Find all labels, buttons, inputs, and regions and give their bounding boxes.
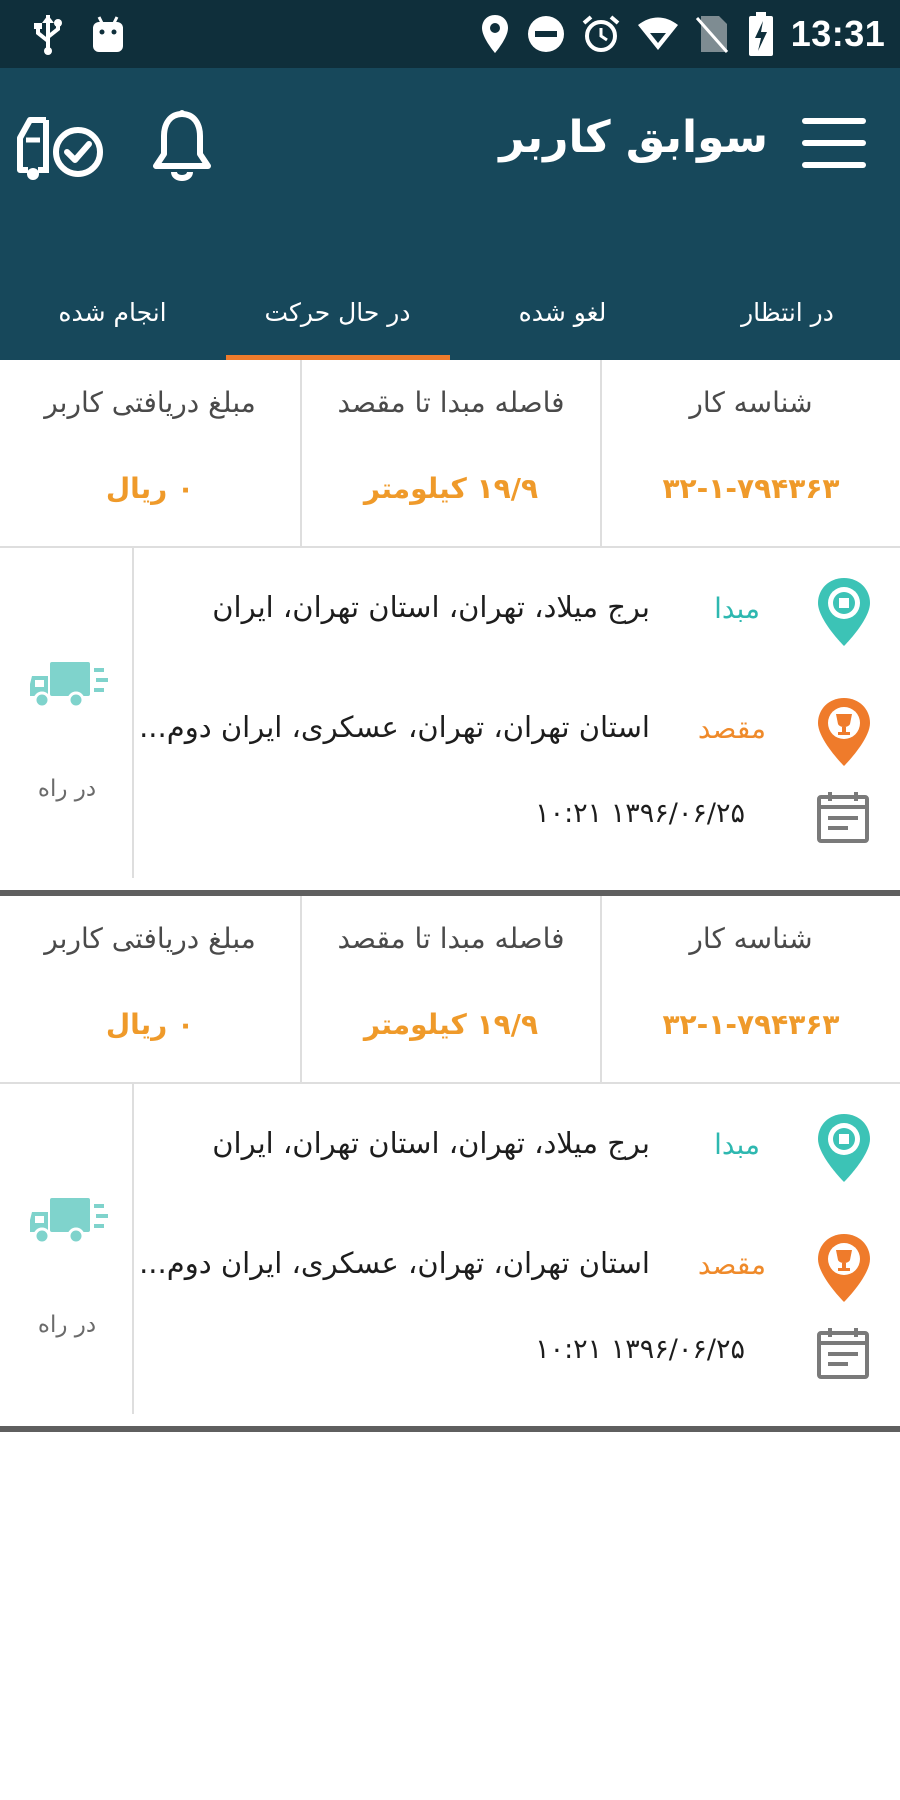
job-id-cell: شناسه کار ۳۲-۱-۷۹۴۳۶۳ [600, 896, 900, 1082]
distance-cell: فاصله مبدا تا مقصد ۱۹/۹ کیلومتر [300, 896, 600, 1082]
menu-button[interactable] [802, 118, 866, 178]
tab-cancelled[interactable]: لغو شده [450, 264, 675, 360]
tab-pending[interactable]: در انتظار [675, 264, 900, 360]
distance-label: فاصله مبدا تا مقصد [337, 922, 565, 955]
location-icon [478, 0, 512, 68]
origin-pin-icon [818, 578, 870, 646]
no-sim-icon [692, 0, 732, 68]
amount-cell: مبلغ دریافتی کاربر ۰ ریال [0, 360, 300, 546]
amount-label: مبلغ دریافتی کاربر [44, 386, 256, 419]
status-label: در راه [37, 1312, 97, 1338]
distance-value: ۱۹/۹ کیلومتر [363, 472, 539, 505]
amount-value: ۰ ریال [105, 1008, 195, 1041]
calendar-icon [817, 1328, 869, 1379]
distance-label: فاصله مبدا تا مقصد [337, 386, 565, 419]
trip-datetime: ۱۳۹۶/۰۶/۲۵ ۱۰:۲۱ [535, 798, 745, 829]
trip-card[interactable]: شناسه کار ۳۲-۱-۷۹۴۳۶۳ فاصله مبدا تا مقصد… [0, 896, 900, 1432]
notifications-button[interactable] [150, 108, 214, 188]
job-id-value: ۳۲-۱-۷۹۴۳۶۳ [662, 472, 840, 505]
origin-label: مبدا [714, 592, 760, 625]
truck-check-icon [17, 117, 103, 180]
delivery-truck-icon [30, 662, 108, 709]
destination-address: استان تهران، تهران، عسکری، ایران دوم... [139, 710, 650, 744]
tab-bar: در انتظار لغو شده در حال حرکت انجام شده [0, 264, 900, 360]
trip-summary: شناسه کار ۳۲-۱-۷۹۴۳۶۳ فاصله مبدا تا مقصد… [0, 896, 900, 1084]
trip-datetime: ۱۳۹۶/۰۶/۲۵ ۱۰:۲۱ [535, 1334, 745, 1365]
tab-pending-label: در انتظار [741, 297, 834, 327]
destination-label: مقصد [697, 712, 766, 745]
tab-in-progress-label: در حال حرکت [264, 297, 411, 327]
destination-pin-icon [818, 698, 870, 766]
status-bar: 13:31 [0, 0, 900, 68]
destination-address: استان تهران، تهران، عسکری، ایران دوم... [139, 1246, 650, 1280]
origin-pin-icon [818, 1114, 870, 1182]
origin-address: برج میلاد، تهران، استان تهران، ایران [212, 1126, 650, 1160]
trip-detail: در راه مبدا برج میلاد، تهران، استان تهرا… [0, 1084, 900, 1426]
page-title: سوابق کاربر [499, 112, 768, 163]
wifi-icon [636, 0, 680, 68]
destination-label: مقصد [697, 1248, 766, 1281]
amount-value: ۰ ریال [105, 472, 195, 505]
destination-pin-icon [818, 1234, 870, 1302]
amount-label: مبلغ دریافتی کاربر [44, 922, 256, 955]
tab-completed-label: انجام شده [58, 297, 167, 327]
app-bar: سوابق کاربر در انتظار لغو شده در حال حرک… [0, 68, 900, 361]
trip-detail: در راه مبدا برج میلاد، تهران، استان تهرا… [0, 548, 900, 890]
distance-value: ۱۹/۹ کیلومتر [363, 1008, 539, 1041]
job-id-label: شناسه کار [689, 386, 813, 419]
trip-card[interactable]: شناسه کار ۳۲-۱-۷۹۴۳۶۳ فاصله مبدا تا مقصد… [0, 360, 900, 896]
usb-icon [28, 0, 68, 68]
truck-check-button[interactable] [16, 112, 106, 188]
amount-cell: مبلغ دریافتی کاربر ۰ ریال [0, 896, 300, 1082]
origin-label: مبدا [714, 1128, 760, 1161]
distance-cell: فاصله مبدا تا مقصد ۱۹/۹ کیلومتر [300, 360, 600, 546]
delivery-truck-icon [30, 1198, 108, 1245]
tab-completed[interactable]: انجام شده [0, 264, 225, 360]
status-time: 13:31 [790, 0, 886, 68]
status-time-text: 13:31 [790, 13, 886, 54]
job-id-label: شناسه کار [689, 922, 813, 955]
calendar-icon [817, 792, 869, 843]
trip-status[interactable]: در راه [0, 1084, 134, 1414]
job-id-cell: شناسه کار ۳۲-۱-۷۹۴۳۶۳ [600, 360, 900, 546]
tab-in-progress[interactable]: در حال حرکت [225, 264, 450, 360]
do-not-disturb-icon [526, 0, 566, 68]
trip-summary: شناسه کار ۳۲-۱-۷۹۴۳۶۳ فاصله مبدا تا مقصد… [0, 360, 900, 548]
trip-status[interactable]: در راه [0, 548, 134, 878]
status-label: در راه [37, 776, 97, 802]
job-id-value: ۳۲-۱-۷۹۴۳۶۳ [662, 1008, 840, 1041]
tab-cancelled-label: لغو شده [518, 297, 607, 327]
alarm-icon [580, 0, 622, 68]
battery-charging-icon [746, 0, 776, 68]
bell-icon [153, 110, 211, 181]
android-icon [88, 0, 128, 68]
origin-address: برج میلاد، تهران، استان تهران، ایران [212, 590, 650, 624]
